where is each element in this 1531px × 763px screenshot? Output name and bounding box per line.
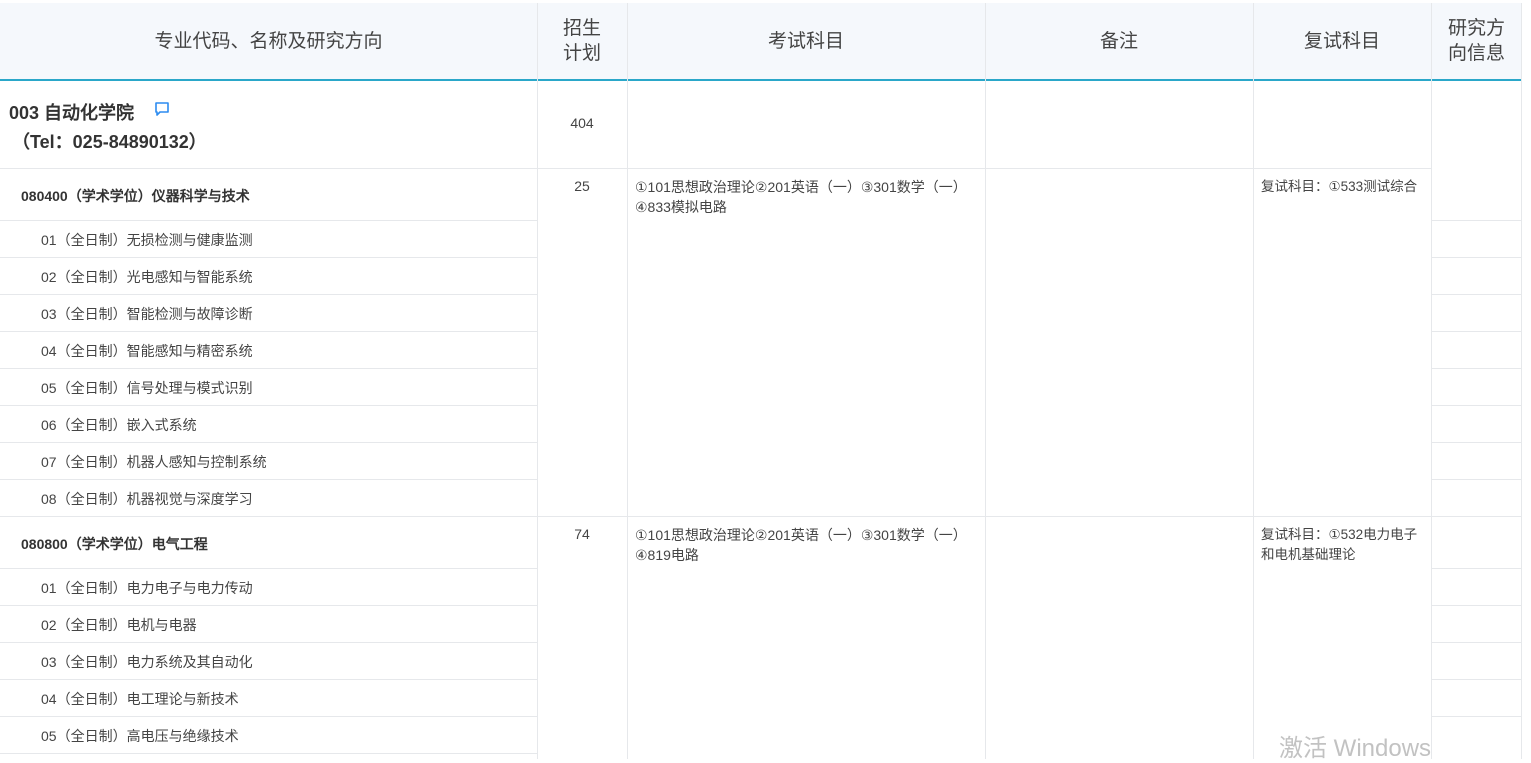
header-exam: 考试科目 <box>767 30 844 52</box>
direction-item: 03（全日制）电力系统及其自动化 <box>41 654 253 670</box>
direction-item: 02（全日制）光电感知与智能系统 <box>41 269 253 285</box>
department-name: 003 自动化学院 <box>9 103 135 123</box>
direction-item: 02（全日制）电机与电器 <box>41 617 197 633</box>
direction-item: 01（全日制）无损检测与健康监测 <box>41 232 253 248</box>
comment-icon[interactable] <box>154 101 170 117</box>
major-plan: 74 <box>574 526 590 542</box>
admissions-table: 专业代码、名称及研究方向 招生计划 考试科目 备注 复试科目 研究方向信息 00… <box>0 0 1522 759</box>
header-info: 研究方向信息 <box>1447 18 1505 64</box>
major-plan: 25 <box>574 178 590 194</box>
exam-subjects: ①101思想政治理论②201英语（一）③301数学（一）④819电路 <box>635 527 967 563</box>
header-remark: 备注 <box>1099 30 1138 52</box>
direction-item: 01（全日制）电力电子与电力传动 <box>41 580 253 596</box>
department-plan: 404 <box>570 115 594 131</box>
direction-item: 04（全日制）智能感知与精密系统 <box>41 343 253 359</box>
direction-item: 07（全日制）机器人感知与控制系统 <box>41 454 267 470</box>
windows-activation-watermark: 激活 Windows <box>1279 735 1432 762</box>
header-major: 专业代码、名称及研究方向 <box>154 30 383 52</box>
header-plan: 招生计划 <box>562 18 601 64</box>
direction-item: 05（全日制）高电压与绝缘技术 <box>41 728 239 744</box>
direction-item: 05（全日制）信号处理与模式识别 <box>41 380 253 396</box>
major-title: 080800（学术学位）电气工程 <box>21 536 208 552</box>
direction-item: 04（全日制）电工理论与新技术 <box>41 691 239 707</box>
retest-subjects: 复试科目：①533测试综合 <box>1261 179 1418 194</box>
retest-subjects: 复试科目：①532电力电子和电机基础理论 <box>1261 527 1418 562</box>
direction-item: 03（全日制）智能检测与故障诊断 <box>41 306 253 322</box>
exam-subjects: ①101思想政治理论②201英语（一）③301数学（一）④833模拟电路 <box>635 179 967 215</box>
department-tel: （Tel：025-84890132） <box>12 132 207 152</box>
direction-item: 08（全日制）机器视觉与深度学习 <box>41 491 253 507</box>
direction-item: 06（全日制）嵌入式系统 <box>41 417 197 433</box>
major-title: 080400（学术学位）仪器科学与技术 <box>21 188 250 204</box>
header-retest: 复试科目 <box>1303 30 1380 52</box>
